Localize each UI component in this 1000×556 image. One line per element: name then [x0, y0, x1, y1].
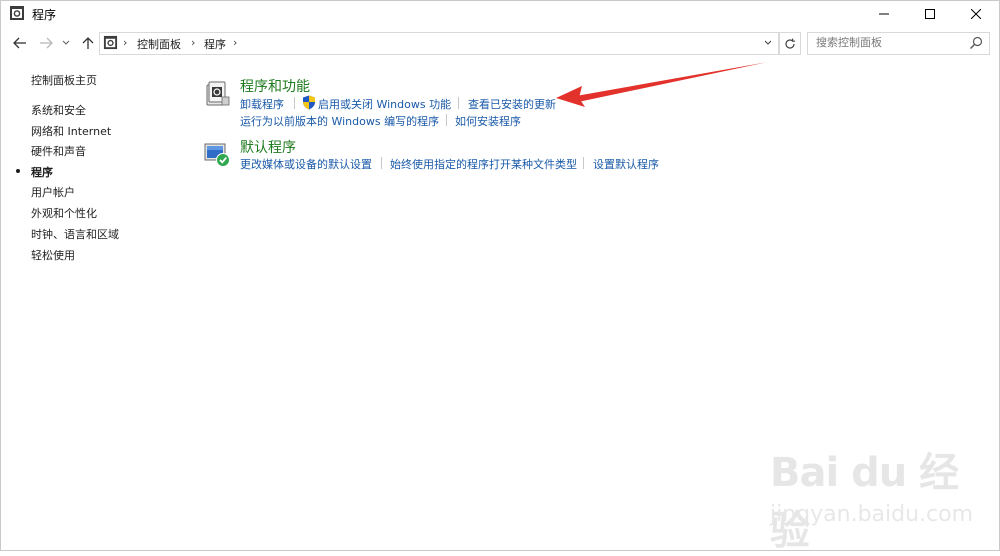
control-panel-icon	[103, 35, 118, 50]
close-icon	[971, 9, 981, 19]
close-button[interactable]	[953, 1, 999, 27]
breadcrumb-programs[interactable]: 程序	[204, 36, 226, 52]
link-separator	[583, 157, 584, 169]
watermark-url: jingyan.baidu.com	[770, 502, 974, 527]
search-input[interactable]	[808, 33, 966, 52]
sidebar-item-system-security[interactable]: 系统和安全	[31, 102, 86, 118]
maximize-button[interactable]	[907, 1, 953, 27]
watermark-logo-text: Bai du 经验	[770, 450, 959, 554]
back-button[interactable]	[11, 34, 29, 52]
sidebar-item-hardware-sound[interactable]: 硬件和声音	[31, 143, 86, 159]
sidebar-item-programs[interactable]: 程序	[31, 164, 53, 180]
up-arrow-icon	[82, 37, 94, 49]
refresh-icon	[785, 38, 795, 49]
link-separator	[458, 97, 459, 109]
baidu-jingyan-watermark: Bai du 经验 jingyan.baidu.com	[770, 440, 990, 554]
uac-shield-icon	[303, 95, 315, 110]
search-box[interactable]	[807, 32, 990, 55]
up-button[interactable]	[79, 34, 97, 52]
link-always-open-file-type[interactable]: 始终使用指定的程序打开某种文件类型	[390, 156, 577, 172]
chevron-right-icon[interactable]: ›	[191, 36, 195, 49]
minimize-button[interactable]	[861, 1, 907, 27]
category-title-default-programs[interactable]: 默认程序	[240, 137, 296, 157]
link-view-installed-updates[interactable]: 查看已安装的更新	[468, 96, 556, 112]
link-run-older-programs[interactable]: 运行为以前版本的 Windows 编写的程序	[240, 113, 439, 129]
window-title: 程序	[32, 8, 57, 22]
chevron-down-icon	[62, 40, 70, 45]
link-separator	[294, 97, 295, 109]
link-uninstall-program[interactable]: 卸载程序	[240, 96, 284, 112]
forward-arrow-icon	[40, 37, 53, 49]
sidebar-item-control-panel-home[interactable]: 控制面板主页	[31, 72, 97, 88]
control-panel-app-icon	[10, 6, 24, 20]
current-item-bullet-icon	[16, 169, 20, 173]
search-icon[interactable]	[969, 36, 983, 50]
minimize-icon	[879, 13, 889, 15]
sidebar-item-clock-language-region[interactable]: 时钟、语言和区域	[31, 226, 119, 242]
category-title-programs-features[interactable]: 程序和功能	[240, 76, 310, 96]
back-arrow-icon	[13, 37, 26, 49]
sidebar-item-appearance[interactable]: 外观和个性化	[31, 205, 97, 221]
sidebar-item-network-internet[interactable]: 网络和 Internet	[31, 123, 111, 139]
sidebar-item-ease-of-access[interactable]: 轻松使用	[31, 247, 75, 263]
link-separator	[381, 157, 382, 169]
programs-features-icon[interactable]	[203, 79, 231, 107]
link-set-default-programs[interactable]: 设置默认程序	[593, 156, 659, 172]
recent-locations-button[interactable]	[60, 34, 72, 52]
refresh-button[interactable]	[779, 32, 801, 55]
default-programs-icon[interactable]	[203, 140, 231, 168]
breadcrumb-control-panel[interactable]: 控制面板	[137, 36, 181, 52]
title-bar[interactable]: 程序	[1, 1, 999, 27]
maximize-icon	[925, 9, 935, 19]
address-bar[interactable]: › 控制面板 › 程序 ›	[99, 32, 779, 55]
address-dropdown-button[interactable]	[761, 35, 775, 51]
chevron-right-icon[interactable]: ›	[233, 36, 237, 49]
chevron-down-icon	[764, 40, 772, 45]
link-turn-windows-features[interactable]: 启用或关闭 Windows 功能	[318, 96, 451, 112]
chevron-right-icon[interactable]: ›	[123, 36, 127, 49]
sidebar-item-user-accounts[interactable]: 用户帐户	[31, 184, 75, 200]
link-how-to-install[interactable]: 如何安装程序	[455, 113, 521, 129]
forward-button[interactable]	[37, 34, 55, 52]
link-change-media-defaults[interactable]: 更改媒体或设备的默认设置	[240, 156, 372, 172]
link-separator	[446, 114, 447, 126]
